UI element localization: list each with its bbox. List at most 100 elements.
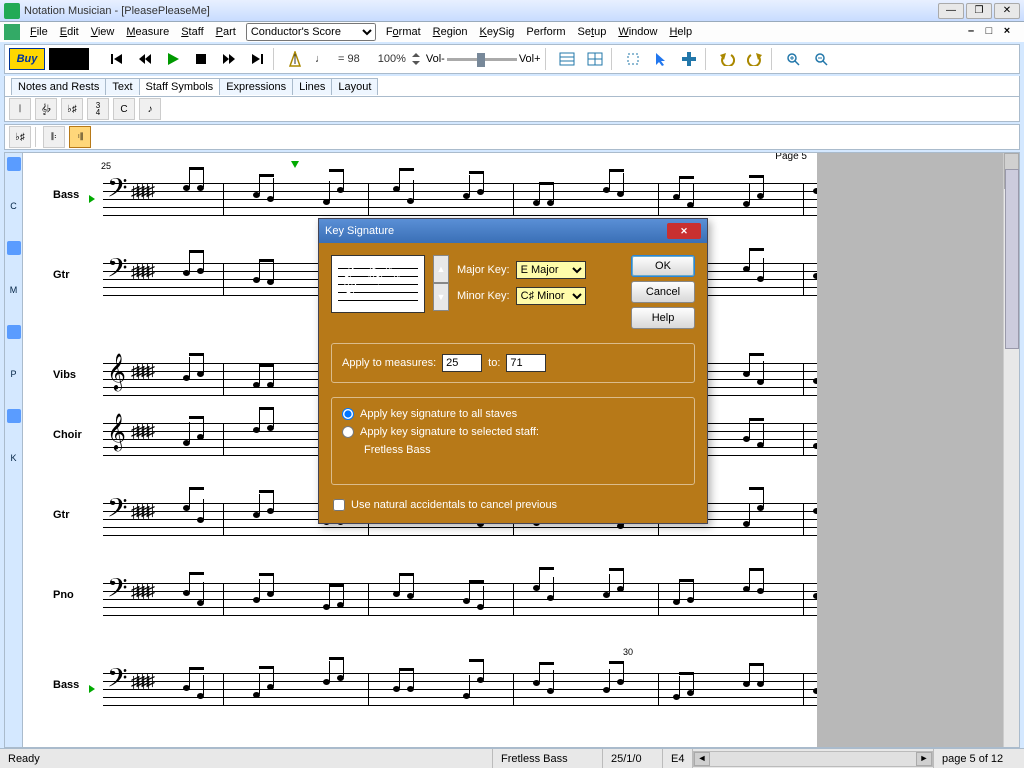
status-bar: Ready Fretless Bass 25/1/0 E4 ◄► page 5 …	[0, 748, 1024, 768]
keysig-preview: 𝄞 ♯ ♯ ♯ ♯	[331, 255, 425, 313]
zoom-spinner[interactable]	[410, 47, 422, 71]
playback-marker-icon	[291, 161, 299, 168]
zoom-in-icon[interactable]	[781, 47, 805, 71]
left-strip: C M P K	[5, 153, 23, 747]
menu-help[interactable]: Help	[663, 24, 698, 40]
menu-view[interactable]: View	[85, 24, 121, 40]
staff-pno-5[interactable]: Pno𝄢♯♯♯♯	[53, 573, 817, 613]
volume-slider[interactable]: Vol- Vol+	[426, 53, 541, 65]
view1-icon[interactable]	[555, 47, 579, 71]
clef-tool-icon[interactable]: 𝄞♭	[35, 98, 57, 120]
left-item-1[interactable]	[7, 157, 21, 171]
menu-region[interactable]: Region	[427, 24, 474, 40]
rehearsal-tool-icon[interactable]: ♪	[139, 98, 161, 120]
page-number: Page 5	[775, 153, 807, 162]
select-icon[interactable]	[621, 47, 645, 71]
natural-accidentals-checkbox[interactable]	[333, 499, 345, 511]
note-icon: ♩	[311, 53, 330, 65]
left-item-4[interactable]	[7, 409, 21, 423]
metronome-icon[interactable]	[283, 47, 307, 71]
mdi-restore[interactable]: □	[982, 25, 996, 39]
apply-staves-group: Apply key signature to all staves Apply …	[331, 397, 695, 485]
tab-expressions[interactable]: Expressions	[219, 78, 293, 95]
pointer-icon[interactable]	[649, 47, 673, 71]
ok-button[interactable]: OK	[631, 255, 695, 277]
selected-staff-name: Fretless Bass	[342, 444, 684, 456]
keysig-down-button[interactable]: ▼	[433, 283, 449, 311]
tool-a-icon[interactable]: ♭♯	[9, 126, 31, 148]
main-toolbar: Buy ♩ = 98 100% Vol- Vol+	[4, 44, 1020, 74]
tab-staff-symbols[interactable]: Staff Symbols	[139, 78, 221, 95]
play-icon[interactable]	[161, 47, 185, 71]
staff-bass-0[interactable]: Bass𝄢♯♯♯♯	[53, 173, 817, 213]
undo-icon[interactable]	[715, 47, 739, 71]
menu-window[interactable]: Window	[612, 24, 663, 40]
menu-setup[interactable]: Setup	[572, 24, 613, 40]
rewind-icon[interactable]	[133, 47, 157, 71]
close-button[interactable]: ✕	[994, 3, 1020, 19]
radio-selected-staff[interactable]	[342, 426, 354, 438]
dialog-close-icon[interactable]: ✕	[667, 223, 701, 239]
vertical-scrollbar[interactable]	[1003, 153, 1019, 747]
help-button[interactable]: Help	[631, 307, 695, 329]
score-selector[interactable]: Conductor's Score	[246, 23, 376, 41]
skip-start-icon[interactable]	[105, 47, 129, 71]
status-note: E4	[663, 749, 693, 768]
measure-to-input[interactable]	[506, 354, 546, 372]
radio-all-staves[interactable]	[342, 408, 354, 420]
status-instrument: Fretless Bass	[493, 749, 603, 768]
vol-plus-label: Vol+	[519, 53, 541, 65]
add-icon[interactable]	[677, 47, 701, 71]
menu-file[interactable]: File	[24, 24, 54, 40]
menu-staff[interactable]: Staff	[175, 24, 209, 40]
tab-lines[interactable]: Lines	[292, 78, 332, 95]
keysig-up-button[interactable]: ▲	[433, 255, 449, 283]
menu-part[interactable]: Part	[210, 24, 242, 40]
tool-b-icon[interactable]: 𝄆	[43, 126, 65, 148]
tab-text[interactable]: Text	[105, 78, 139, 95]
staff-bass-6[interactable]: Bass𝄢♯♯♯♯	[53, 663, 817, 703]
tool-c-icon[interactable]: 𝄇	[69, 126, 91, 148]
menu-format[interactable]: Format	[380, 24, 427, 40]
status-position: 25/1/0	[603, 749, 663, 768]
menu-edit[interactable]: Edit	[54, 24, 85, 40]
barline-tool-icon[interactable]: 𝄀𝄀	[9, 98, 31, 120]
dialog-titlebar[interactable]: Key Signature ✕	[319, 219, 707, 243]
buy-button[interactable]: Buy	[9, 48, 45, 70]
left-item-3[interactable]	[7, 325, 21, 339]
display-panel	[49, 48, 89, 70]
minimize-button[interactable]: —	[938, 3, 964, 19]
dialog-title: Key Signature	[325, 225, 394, 237]
stop-icon[interactable]	[189, 47, 213, 71]
measure-number-30: 30	[623, 647, 633, 657]
skip-end-icon[interactable]	[245, 47, 269, 71]
key-signature-dialog: Key Signature ✕ 𝄞 ♯ ♯ ♯ ♯ ▲ ▼ Major Key:	[318, 218, 708, 524]
menu-measure[interactable]: Measure	[120, 24, 175, 40]
doc-icon	[4, 24, 20, 40]
cancel-button[interactable]: Cancel	[631, 281, 695, 303]
status-hscroll[interactable]: ◄►	[693, 749, 934, 768]
mdi-close[interactable]: ×	[1000, 25, 1014, 39]
status-ready: Ready	[0, 749, 493, 768]
timesig-tool-icon[interactable]: 34	[87, 98, 109, 120]
maximize-button[interactable]: ❐	[966, 3, 992, 19]
tab-layout[interactable]: Layout	[331, 78, 378, 95]
menu-perform[interactable]: Perform	[520, 24, 571, 40]
redo-icon[interactable]	[743, 47, 767, 71]
zoom-out-icon[interactable]	[809, 47, 833, 71]
left-item-2[interactable]	[7, 241, 21, 255]
right-margin	[817, 153, 1003, 747]
major-key-select[interactable]: E Major	[516, 261, 586, 279]
window-titlebar: Notation Musician - [PleasePleaseMe] — ❐…	[0, 0, 1024, 22]
view2-icon[interactable]	[583, 47, 607, 71]
mdi-minimize[interactable]: –	[964, 25, 978, 39]
left-label-p: P	[10, 369, 16, 379]
minor-key-select[interactable]: C♯ Minor	[516, 287, 586, 305]
key-tool-icon[interactable]: ♭♯	[61, 98, 83, 120]
forward-icon[interactable]	[217, 47, 241, 71]
sub-toolbar-2: ♭♯ 𝄆 𝄇	[4, 124, 1020, 150]
measure-from-input[interactable]	[442, 354, 482, 372]
tab-notes-rests[interactable]: Notes and Rests	[11, 78, 106, 95]
c-tool-icon[interactable]: C	[113, 98, 135, 120]
menu-keysig[interactable]: KeySig	[474, 24, 521, 40]
